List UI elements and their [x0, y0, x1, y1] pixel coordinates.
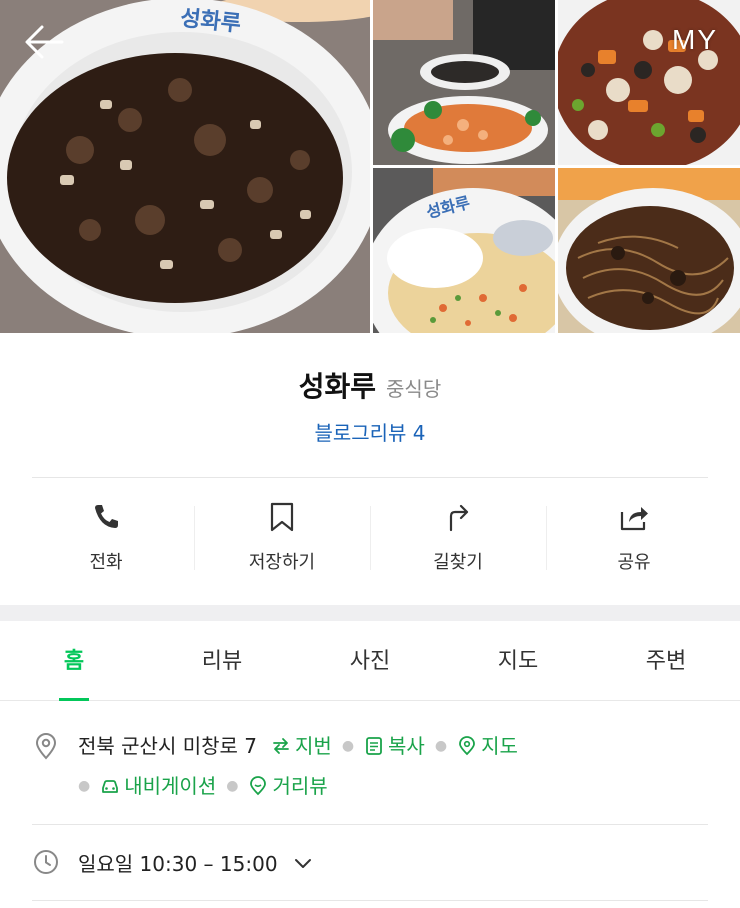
street-view-pin-icon	[250, 776, 267, 796]
car-icon	[102, 780, 119, 793]
address-text: 전북 군산시 미창로 7	[78, 734, 257, 758]
phone-button[interactable]: 전화	[18, 494, 194, 586]
copy-label: 복사	[388, 734, 425, 758]
arrow-left-icon	[25, 25, 64, 59]
address-row: 전북 군산시 미창로 7 지번 ● 복사 ● 지도 ● 내비게이션 ● 거리뷰	[32, 726, 708, 806]
place-category: 중식당	[386, 377, 442, 401]
separator-dot: ●	[226, 778, 239, 794]
divider	[32, 824, 708, 825]
navigation-button[interactable]: 내비게이션	[100, 766, 216, 806]
place-name: 성화루	[298, 370, 377, 403]
map-button[interactable]: 지도	[457, 726, 518, 766]
tab-photos[interactable]: 사진	[296, 621, 444, 700]
map-pin-icon	[459, 736, 475, 756]
tab-reviews[interactable]: 리뷰	[148, 621, 296, 700]
share-button[interactable]: 공유	[546, 494, 722, 586]
street-view-label: 거리뷰	[272, 774, 328, 798]
photo-fried-rice-egg[interactable]: 성화루	[373, 168, 555, 333]
photo-gallery[interactable]: 성화루 성화루 MY	[0, 0, 740, 333]
chevron-down-icon	[294, 858, 311, 868]
bookmark-icon	[265, 500, 299, 534]
copy-icon	[366, 737, 382, 755]
hours-row: 일요일 10:30 – 15:00	[32, 848, 708, 877]
directions-button[interactable]: 길찾기	[370, 494, 546, 586]
navigation-label: 내비게이션	[124, 774, 217, 798]
divider	[32, 900, 708, 901]
separator-dot: ●	[78, 778, 91, 794]
hours-text: 일요일 10:30 – 15:00	[78, 852, 278, 876]
street-view-button[interactable]: 거리뷰	[248, 766, 328, 806]
photo-jjajang-noodles[interactable]	[558, 168, 740, 333]
hours-toggle[interactable]: 일요일 10:30 – 15:00	[78, 848, 314, 877]
jibeon-button[interactable]: 지번	[271, 726, 332, 766]
share-icon	[617, 500, 651, 534]
separator-dot: ●	[434, 738, 448, 754]
save-button[interactable]: 저장하기	[194, 494, 370, 586]
share-label: 공유	[617, 552, 651, 573]
photo-seafood-dish-table[interactable]	[373, 0, 555, 165]
jibeon-label: 지번	[295, 734, 332, 758]
copy-button[interactable]: 복사	[364, 726, 425, 766]
blog-review-link[interactable]: 블로그리뷰 4	[314, 417, 425, 446]
save-label: 저장하기	[248, 552, 316, 573]
tab-home[interactable]: 홈	[0, 621, 148, 701]
clock-icon	[32, 848, 60, 876]
tab-map[interactable]: 지도	[444, 621, 592, 700]
section-separator	[0, 605, 740, 621]
place-header: 성화루 중식당 블로그리뷰 4	[0, 333, 740, 446]
map-label: 지도	[481, 734, 518, 758]
divider	[32, 477, 708, 478]
back-button[interactable]	[22, 22, 66, 62]
phone-icon	[89, 500, 123, 534]
directions-icon	[441, 500, 475, 534]
action-bar: 전화 저장하기 길찾기 공유	[18, 494, 722, 586]
directions-label: 길찾기	[433, 552, 483, 573]
separator-dot: ●	[341, 738, 355, 754]
location-pin-icon	[32, 732, 60, 760]
swap-icon	[273, 738, 289, 754]
tab-nearby[interactable]: 주변	[592, 621, 740, 700]
tab-bar: 홈 리뷰 사진 지도 주변	[0, 621, 740, 701]
phone-label: 전화	[89, 552, 123, 573]
my-button[interactable]: MY	[672, 24, 718, 56]
